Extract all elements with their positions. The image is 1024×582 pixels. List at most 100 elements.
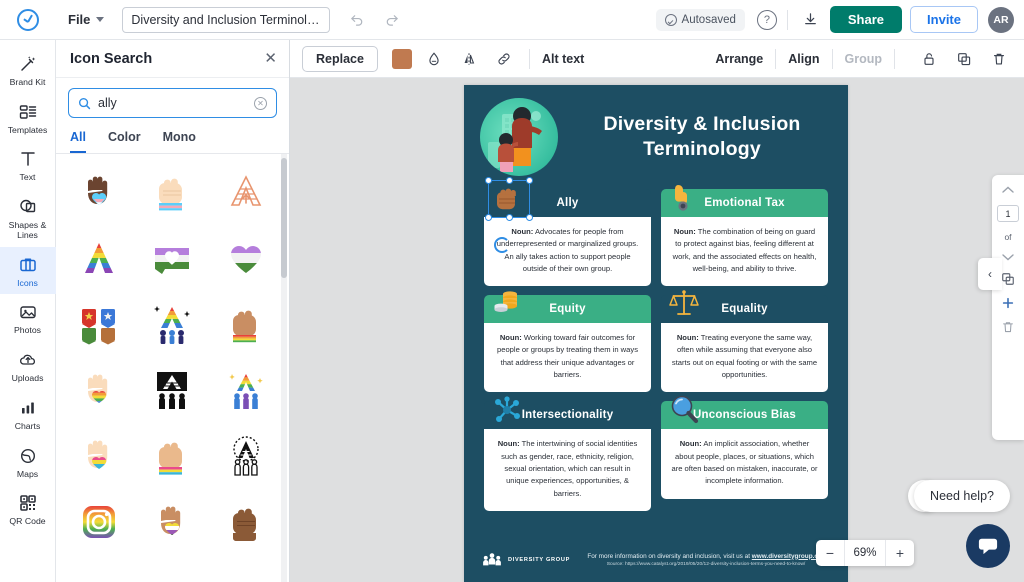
icon-result-item[interactable]	[62, 160, 136, 224]
toolbar-divider	[528, 48, 530, 69]
term-card-unconscious-bias[interactable]: Unconscious Bias Noun: An implicit assoc…	[661, 396, 828, 510]
magic-wand-icon	[18, 53, 38, 75]
icon-result-item[interactable]	[209, 490, 283, 554]
icon-result-item[interactable]	[62, 226, 136, 290]
sidebar-item-icons[interactable]: Icons	[0, 246, 56, 295]
delete-button[interactable]	[986, 46, 1012, 72]
icon-result-item[interactable]	[62, 424, 136, 488]
balance-scale-icon[interactable]	[667, 287, 701, 321]
toolbar-divider	[775, 48, 777, 69]
app-logo[interactable]	[0, 0, 56, 40]
icon-result-item[interactable]	[62, 292, 136, 356]
link-icon	[498, 53, 510, 64]
download-button[interactable]	[798, 7, 824, 33]
sidebar-item-brand-kit[interactable]: Brand Kit	[0, 46, 56, 94]
tab-color[interactable]: Color	[108, 130, 141, 153]
card-body: Noun: Treating everyone the same way, of…	[661, 323, 828, 393]
color-swatch-button[interactable]	[391, 48, 412, 69]
tab-mono[interactable]: Mono	[163, 130, 196, 153]
term-card-ally[interactable]: Ally Noun: Advocates for people from und…	[484, 177, 651, 287]
document-title-input[interactable]: Diversity and Inclusion Terminolo...	[122, 6, 331, 33]
part-of-speech: Noun:	[499, 333, 522, 343]
icon-result-item[interactable]	[209, 358, 283, 422]
replace-button[interactable]: Replace	[302, 45, 378, 72]
card-title: Emotional Tax	[704, 197, 785, 209]
icon-result-item[interactable]	[136, 490, 210, 554]
term-card-equity[interactable]: Equity Noun: Working toward fair outcome…	[484, 291, 651, 393]
add-page-icon[interactable]	[1001, 296, 1015, 310]
chat-button[interactable]	[966, 524, 1010, 568]
pointing-hand-icon[interactable]	[667, 181, 701, 215]
icon-result-item[interactable]	[209, 160, 283, 224]
chevron-down-icon[interactable]	[1001, 252, 1015, 262]
sidebar-item-maps[interactable]: Maps	[0, 438, 56, 486]
card-title: Intersectionality	[521, 409, 614, 422]
help-button[interactable]: ?	[756, 9, 777, 30]
close-icon[interactable]: ✕	[264, 51, 277, 66]
icon-result-item[interactable]	[136, 292, 210, 356]
icon-result-item[interactable]	[209, 226, 283, 290]
header-illustration[interactable]	[480, 98, 558, 176]
page-number-input[interactable]: 1	[997, 205, 1019, 222]
sidebar-item-label: Uploads	[11, 373, 44, 384]
sidebar-item-qr-code[interactable]: QR Code	[0, 485, 56, 533]
sidebar-item-text[interactable]: Text	[0, 141, 56, 189]
zoom-value[interactable]: 69%	[844, 540, 886, 566]
icon-result-item[interactable]	[136, 160, 210, 224]
autosaved-status[interactable]: Autosaved	[655, 8, 745, 31]
flip-button[interactable]	[456, 46, 482, 72]
redo-button[interactable]	[378, 7, 404, 33]
share-button[interactable]: Share	[829, 6, 903, 33]
link-button[interactable]	[491, 46, 517, 72]
lock-button[interactable]	[916, 46, 942, 72]
icon-result-item[interactable]	[62, 358, 136, 422]
collapse-panel-button[interactable]: ‹	[978, 258, 1002, 290]
ally-A-rainbow-icon	[84, 243, 113, 273]
icon-result-item[interactable]	[209, 292, 283, 356]
alt-text-button[interactable]: Alt text	[542, 52, 584, 66]
clear-icon[interactable]: ✕	[254, 96, 267, 110]
raised-fist-icon[interactable]	[490, 181, 524, 215]
avatar[interactable]: AR	[988, 6, 1014, 33]
duplicate-page-icon[interactable]	[1001, 272, 1015, 286]
magnifier-icon[interactable]	[667, 393, 701, 427]
footer-link[interactable]: www.diversitygroup.org	[752, 553, 825, 560]
infographic-document[interactable]: Diversity & Inclusion Terminology Ally N…	[464, 85, 848, 582]
ally-A-black-people-icon	[157, 372, 188, 409]
icon-result-item[interactable]	[136, 424, 210, 488]
coins-stack-icon[interactable]	[490, 287, 524, 321]
sidebar-item-templates[interactable]: Templates	[0, 94, 56, 142]
align-button[interactable]: Align	[788, 52, 819, 66]
icon-result-item[interactable]	[62, 490, 136, 554]
duplicate-button[interactable]	[951, 46, 977, 72]
term-card-emotional-tax[interactable]: Emotional Tax Noun: The combination of b…	[661, 185, 828, 287]
chevron-up-icon[interactable]	[1001, 185, 1015, 195]
sidebar-item-label: Shapes & Lines	[8, 220, 47, 240]
icon-result-item[interactable]	[209, 424, 283, 488]
term-card-equality[interactable]: Equality Noun: Treating everyone the sam…	[661, 290, 828, 393]
icon-result-item[interactable]	[136, 358, 210, 422]
sidebar-item-charts[interactable]: Charts	[0, 390, 56, 438]
panel-scrollbar-thumb[interactable]	[281, 158, 287, 278]
delete-page-icon[interactable]	[1001, 320, 1015, 334]
ally-ribbons-badges-icon	[81, 309, 115, 345]
invite-button[interactable]: Invite	[910, 6, 978, 33]
term-card-intersectionality[interactable]: Intersectionality Noun: The intertwining…	[484, 396, 651, 511]
search-input[interactable]: ally ✕	[68, 88, 277, 118]
genderqueer-heart-icon	[231, 246, 262, 273]
zoom-out-button[interactable]: −	[816, 540, 844, 566]
zoom-in-button[interactable]: +	[886, 540, 914, 566]
arrange-button[interactable]: Arrange	[715, 52, 763, 66]
sidebar-item-uploads[interactable]: Uploads	[0, 342, 56, 390]
network-nodes-icon[interactable]	[490, 393, 524, 427]
file-menu-button[interactable]: File	[60, 8, 112, 31]
sidebar-item-photos[interactable]: Photos	[0, 294, 56, 342]
page-title-line1: Diversity & Inclusion	[603, 113, 801, 136]
sidebar-item-shapes-lines[interactable]: Shapes & Lines	[0, 189, 56, 246]
need-help-button[interactable]: Need help?	[914, 480, 1010, 512]
card-body: Noun: The combination of being on guard …	[661, 217, 828, 287]
icon-result-item[interactable]	[136, 226, 210, 290]
tab-all[interactable]: All	[70, 130, 86, 153]
opacity-button[interactable]	[421, 46, 447, 72]
undo-button[interactable]	[344, 7, 370, 33]
